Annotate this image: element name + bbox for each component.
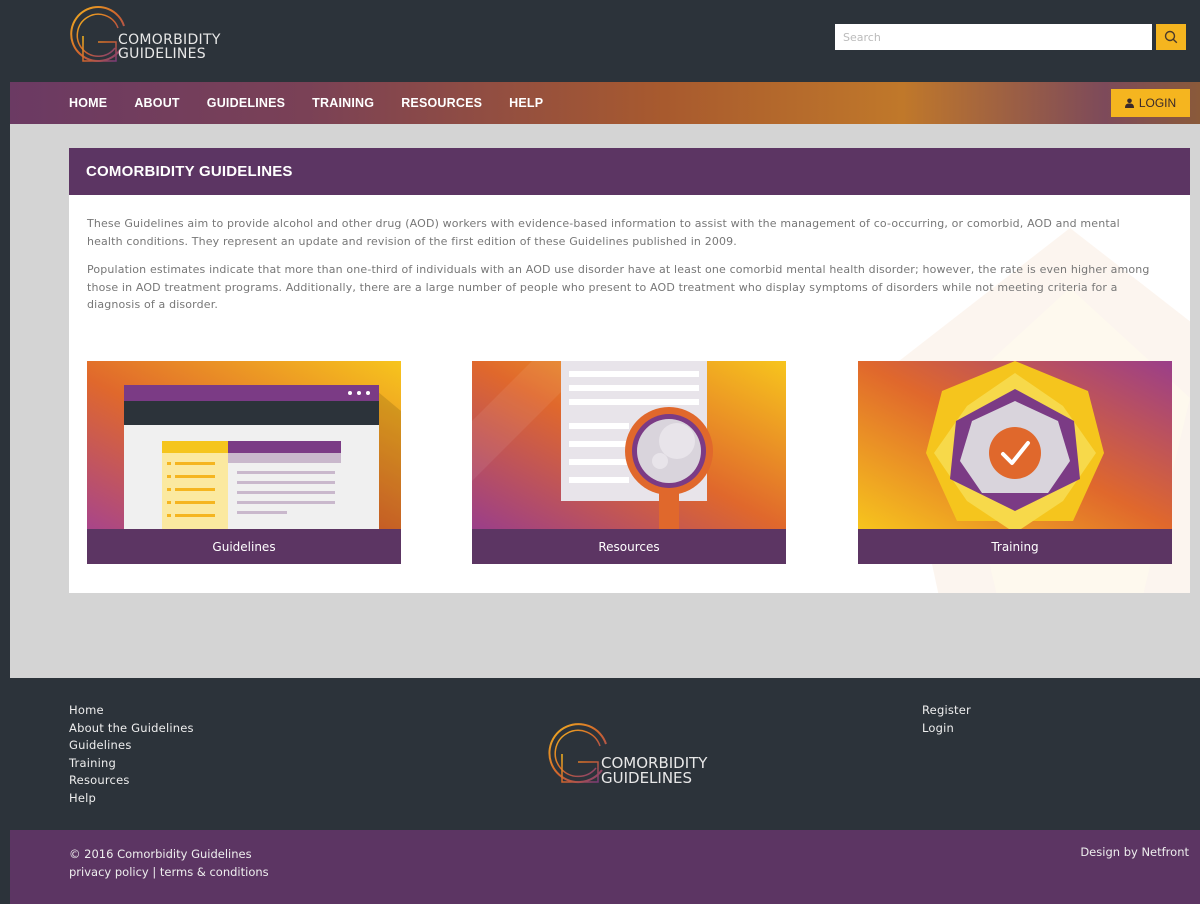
panel-header: COMORBIDITY GUIDELINES bbox=[69, 148, 1190, 195]
footer-logo-text: COMORBIDITY GUIDELINES bbox=[601, 756, 707, 786]
user-icon bbox=[1124, 98, 1134, 108]
checkmark-badge-icon bbox=[858, 361, 1172, 529]
nav-item-about[interactable]: ABOUT bbox=[134, 96, 179, 110]
privacy-policy-link[interactable]: privacy policy bbox=[69, 863, 149, 881]
main-nav: HOME ABOUT GUIDELINES TRAINING RESOURCES… bbox=[10, 82, 1200, 124]
nav-item-training[interactable]: TRAINING bbox=[312, 96, 374, 110]
design-credit[interactable]: Design by Netfront bbox=[1080, 845, 1189, 859]
bottom-bar: © 2016 Comorbidity Guidelines privacy po… bbox=[10, 830, 1200, 904]
page-title: COMORBIDITY GUIDELINES bbox=[86, 163, 293, 180]
login-button[interactable]: LOGIN bbox=[1111, 89, 1190, 117]
logo-text: COMORBIDITY GUIDELINES bbox=[118, 33, 221, 61]
search-icon bbox=[1164, 30, 1178, 44]
guidelines-card[interactable]: Guidelines bbox=[87, 361, 401, 564]
nav-item-home[interactable]: HOME bbox=[69, 96, 107, 110]
browser-window-icon bbox=[87, 361, 401, 529]
footer-link-training[interactable]: Training bbox=[69, 755, 194, 773]
logo-line1: COMORBIDITY bbox=[118, 32, 221, 48]
terms-link[interactable]: terms & conditions bbox=[160, 863, 269, 881]
footer-link-about[interactable]: About the Guidelines bbox=[69, 720, 194, 738]
policy-separator: | bbox=[148, 865, 160, 879]
footer-logo[interactable]: COMORBIDITY GUIDELINES bbox=[546, 722, 736, 790]
footer-links-left: Home About the Guidelines Guidelines Tra… bbox=[69, 702, 194, 808]
footer-link-resources[interactable]: Resources bbox=[69, 772, 194, 790]
policy-links: privacy policy | terms & conditions bbox=[69, 863, 269, 881]
login-label: LOGIN bbox=[1138, 96, 1177, 110]
search-input[interactable] bbox=[835, 24, 1152, 50]
nav-item-help[interactable]: HELP bbox=[509, 96, 543, 110]
logo-line2: GUIDELINES bbox=[118, 46, 206, 62]
footer-link-register[interactable]: Register bbox=[922, 702, 971, 720]
footer-logo-line2: GUIDELINES bbox=[601, 769, 693, 787]
content-panel: COMORBIDITY GUIDELINES These Guidelines … bbox=[69, 148, 1190, 593]
footer-link-guidelines[interactable]: Guidelines bbox=[69, 737, 194, 755]
guidelines-card-label: Guidelines bbox=[87, 529, 401, 564]
nav-menu: HOME ABOUT GUIDELINES TRAINING RESOURCES… bbox=[69, 82, 570, 124]
population-paragraph: Population estimates indicate that more … bbox=[87, 263, 1150, 311]
top-header: COMORBIDITY GUIDELINES bbox=[0, 0, 1200, 82]
training-card[interactable]: Training bbox=[858, 361, 1172, 564]
footer-link-help[interactable]: Help bbox=[69, 790, 194, 808]
nav-item-resources[interactable]: RESOURCES bbox=[401, 96, 482, 110]
copyright-text: © 2016 Comorbidity Guidelines bbox=[69, 847, 252, 861]
resources-card-label: Resources bbox=[472, 529, 786, 564]
footer-links-right: Register Login bbox=[922, 702, 971, 737]
resources-card[interactable]: Resources bbox=[472, 361, 786, 564]
nav-item-guidelines[interactable]: GUIDELINES bbox=[207, 96, 285, 110]
search-button[interactable] bbox=[1156, 24, 1186, 50]
intro-paragraph: These Guidelines aim to provide alcohol … bbox=[87, 217, 1120, 248]
training-card-label: Training bbox=[858, 529, 1172, 564]
copyright-block: © 2016 Comorbidity Guidelines privacy po… bbox=[69, 845, 269, 881]
magnifier-document-icon bbox=[472, 361, 786, 529]
site-footer: Home About the Guidelines Guidelines Tra… bbox=[0, 678, 1200, 830]
site-logo[interactable]: COMORBIDITY GUIDELINES bbox=[68, 6, 248, 66]
footer-link-login[interactable]: Login bbox=[922, 720, 971, 738]
footer-link-home[interactable]: Home bbox=[69, 702, 194, 720]
left-edge-strip bbox=[0, 82, 10, 678]
